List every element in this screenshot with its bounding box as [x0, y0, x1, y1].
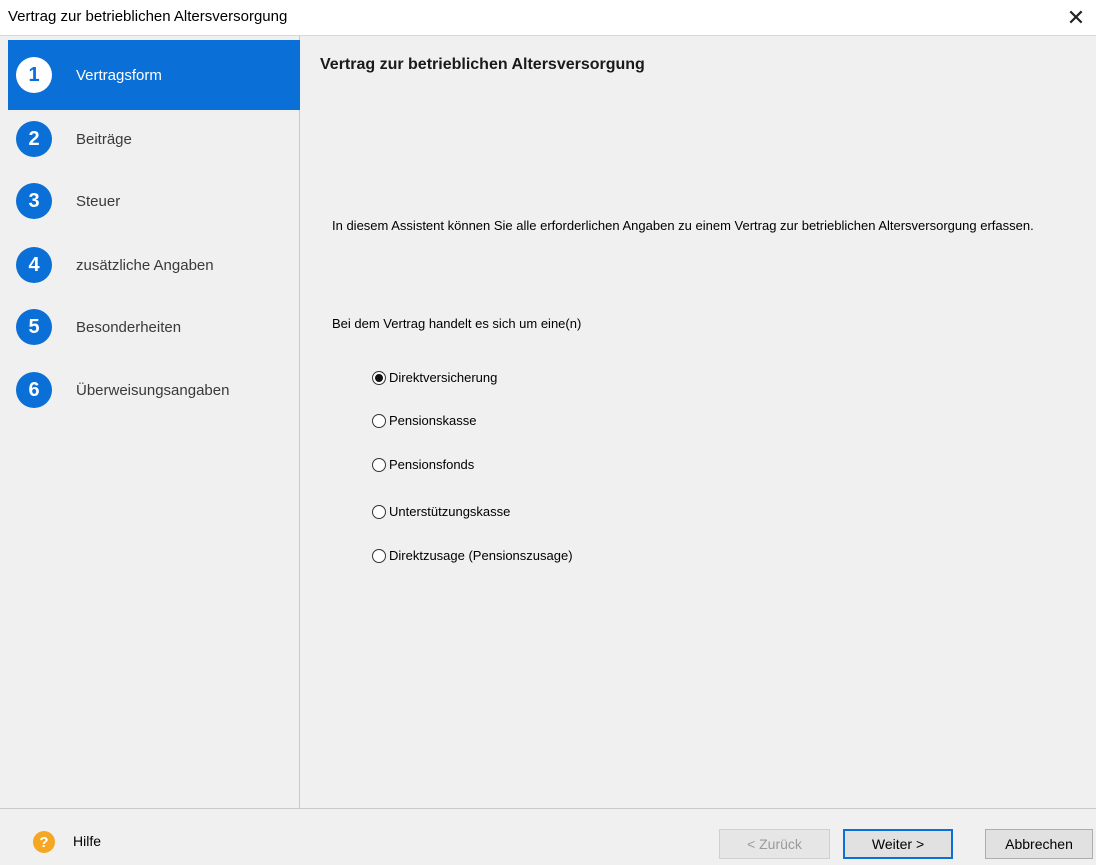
- step-label: Beiträge: [76, 130, 132, 148]
- help-link[interactable]: Hilfe: [73, 833, 101, 849]
- step-besonderheiten[interactable]: 5 Besonderheiten: [8, 301, 300, 353]
- back-button[interactable]: < Zurück: [719, 829, 830, 859]
- step-number-5: 5: [16, 309, 52, 345]
- radio-pensionsfonds[interactable]: Pensionsfonds: [372, 457, 474, 472]
- page-title: Vertrag zur betrieblichen Altersversorgu…: [320, 56, 645, 73]
- radio-circle[interactable]: [372, 457, 386, 472]
- radio-circle[interactable]: [372, 370, 386, 385]
- step-number-3: 3: [16, 183, 52, 219]
- main-panel: Vertrag zur betrieblichen Altersversorgu…: [300, 36, 1096, 808]
- button-bar: ? Hilfe < Zurück Weiter > Abbrechen: [0, 808, 1096, 865]
- radio-unterstuetzungskasse[interactable]: Unterstützungskasse: [372, 504, 510, 519]
- radio-direktversicherung[interactable]: Direktversicherung: [372, 370, 497, 385]
- help-icon[interactable]: ?: [33, 831, 55, 853]
- window-title: Vertrag zur betrieblichen Altersversorgu…: [8, 8, 288, 25]
- step-label: zusätzliche Angaben: [76, 256, 214, 274]
- radio-circle[interactable]: [372, 504, 386, 519]
- step-beitraege[interactable]: 2 Beiträge: [8, 113, 300, 165]
- step-label: Vertragsform: [76, 66, 162, 84]
- step-number-1: 1: [16, 57, 52, 93]
- radio-label: Pensionsfonds: [389, 457, 475, 472]
- step-number-4: 4: [16, 247, 52, 283]
- title-bar: Vertrag zur betrieblichen Altersversorgu…: [0, 0, 1096, 36]
- step-zusaetzliche-angaben[interactable]: 4 zusätzliche Angaben: [8, 239, 300, 291]
- step-label: Besonderheiten: [76, 318, 182, 336]
- radio-label: Direktzusage (Pensionszusage): [389, 548, 573, 563]
- radio-circle[interactable]: [372, 548, 386, 563]
- step-number-6: 6: [16, 372, 52, 408]
- radio-label: Direktversicherung: [389, 370, 498, 385]
- question-label: Bei dem Vertrag handelt es sich um eine(…: [332, 316, 582, 331]
- radio-circle[interactable]: [372, 413, 386, 428]
- radio-pensionskasse[interactable]: Pensionskasse: [372, 413, 476, 428]
- step-label: Überweisungsangaben: [76, 381, 230, 399]
- radio-label: Unterstützungskasse: [389, 504, 511, 519]
- step-number-2: 2: [16, 121, 52, 157]
- radio-direktzusage[interactable]: Direktzusage (Pensionszusage): [372, 548, 573, 563]
- step-ueberweisungsangaben[interactable]: 6 Überweisungsangaben: [8, 364, 300, 416]
- close-icon[interactable]: ✕: [1062, 4, 1090, 32]
- intro-text: In diesem Assistent können Sie alle erfo…: [332, 218, 1034, 233]
- wizard-steps-sidebar: 1 Vertragsform 2 Beiträge 3 Steuer 4 zus…: [0, 36, 300, 808]
- cancel-button[interactable]: Abbrechen: [985, 829, 1093, 859]
- step-label: Steuer: [76, 192, 121, 210]
- radio-label: Pensionskasse: [389, 413, 477, 428]
- step-vertragsform[interactable]: 1 Vertragsform: [8, 40, 300, 110]
- step-steuer[interactable]: 3 Steuer: [8, 175, 300, 227]
- next-button[interactable]: Weiter >: [843, 829, 953, 859]
